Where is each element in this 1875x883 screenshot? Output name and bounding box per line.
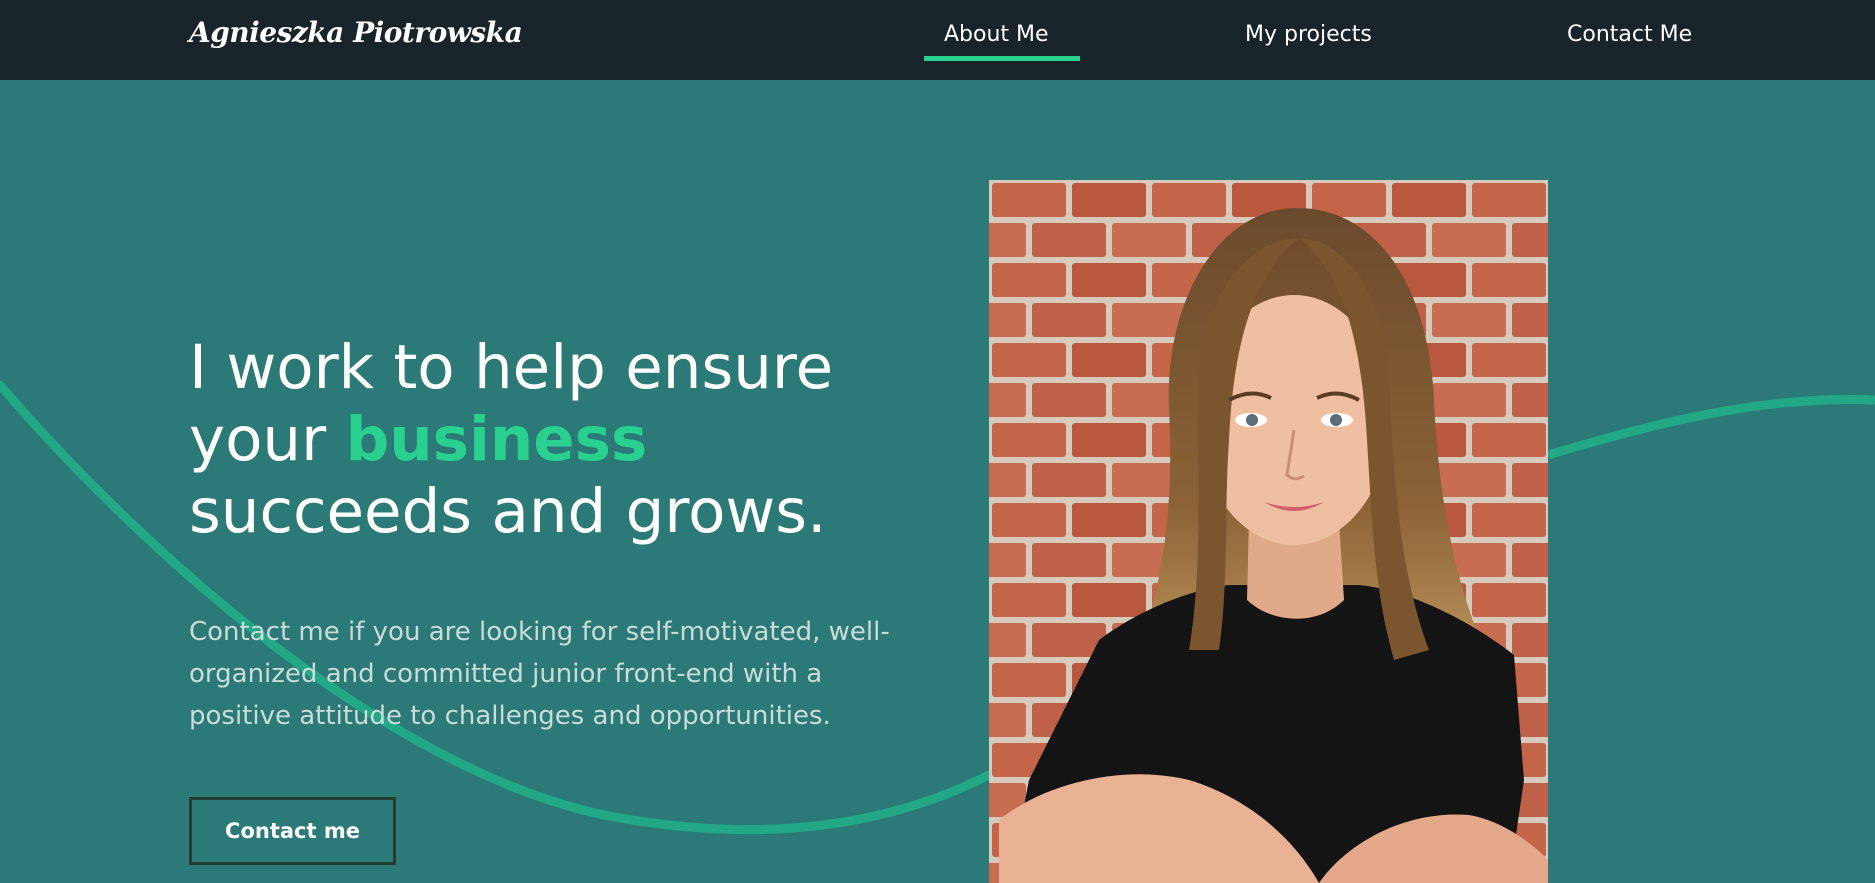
top-navigation-bar: Agnieszka Piotrowska About Me My project… <box>0 0 1875 80</box>
profile-photo <box>989 180 1548 883</box>
nav-my-projects[interactable]: My projects <box>1245 22 1372 47</box>
hero-headline: I work to help ensure your business succ… <box>189 332 909 548</box>
hero-intro-text: Contact me if you are looking for self-m… <box>189 617 890 731</box>
portrait-illustration <box>989 180 1548 883</box>
headline-accent-word: business <box>345 404 648 475</box>
contact-me-button[interactable]: Contact me <box>189 797 396 865</box>
nav-about-me[interactable]: About Me <box>924 22 1079 61</box>
nav-contact-me[interactable]: Contact Me <box>1567 22 1692 47</box>
site-logo[interactable]: Agnieszka Piotrowska <box>189 16 523 49</box>
headline-text-end: succeeds and grows. <box>189 476 827 547</box>
